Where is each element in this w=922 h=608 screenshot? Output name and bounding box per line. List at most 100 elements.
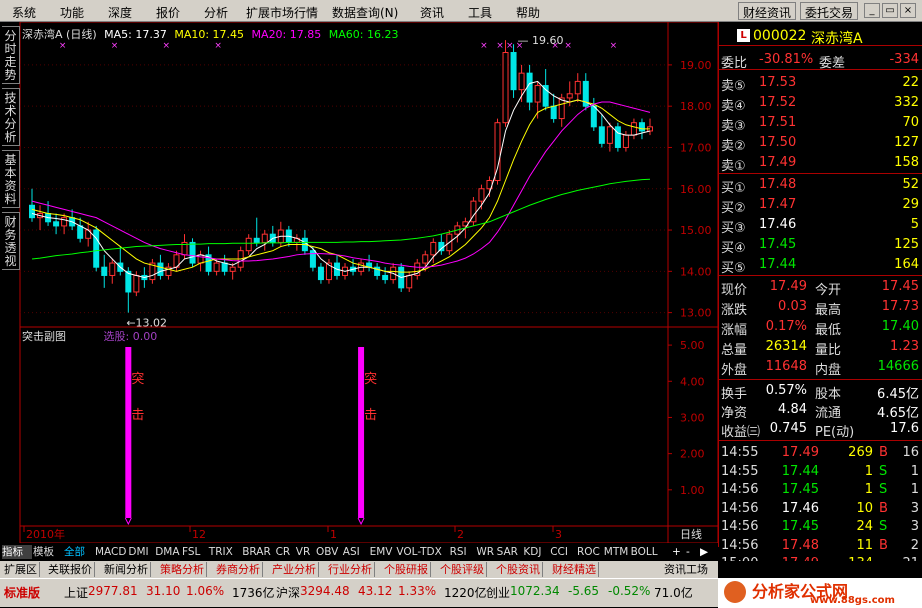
- quote-panel: L 000022 深赤湾A 委比 -30.81% 委差 -334 卖⑤ 17.53…: [718, 22, 922, 571]
- sell-level-label: 卖①: [721, 159, 746, 174]
- menu-system[interactable]: 系统: [12, 4, 36, 21]
- trade-button[interactable]: 委托交易: [800, 2, 859, 20]
- sell-row[interactable]: 卖④ 17.52 332: [719, 93, 922, 114]
- indicator-tab[interactable]: MACD: [95, 545, 127, 559]
- kline-chart-svg[interactable]: 19.0018.0017.0016.0015.0014.0013.00× × × × ×…: [0, 21, 719, 547]
- indicator-tab[interactable]: 模板: [33, 545, 63, 559]
- restore-icon[interactable]: ▭: [882, 3, 898, 18]
- indicator-tab[interactable]: CR: [276, 545, 295, 559]
- candle: [197, 250, 204, 272]
- finance-news-button[interactable]: 财经资讯: [738, 2, 797, 20]
- module-tab[interactable]: 券商分析: [214, 562, 263, 577]
- indicator-tab[interactable]: BOLL: [631, 545, 663, 559]
- signal-marker: ×: [163, 41, 171, 51]
- tab-financials[interactable]: 财务透视: [2, 212, 20, 270]
- tick-price: 17.44: [781, 463, 819, 479]
- close-icon[interactable]: ×: [900, 3, 916, 18]
- candle-body: [542, 85, 549, 107]
- indicator-tab[interactable]: EMV: [370, 545, 396, 559]
- menu-analysis[interactable]: 分析: [204, 4, 228, 21]
- sell-row[interactable]: 卖③ 17.51 70: [719, 113, 922, 134]
- menu-news[interactable]: 资讯: [420, 4, 444, 21]
- indicator-tab[interactable]: VOL-TDX: [396, 545, 448, 559]
- menu-quote[interactable]: 报价: [156, 4, 180, 21]
- buy-level-label: 买④: [721, 241, 746, 256]
- edition-label[interactable]: 标准版: [4, 584, 40, 601]
- buy-row[interactable]: 买④ 17.45 125: [719, 235, 922, 256]
- indicator-tab[interactable]: 全部: [64, 545, 94, 559]
- candle-body: [133, 274, 140, 293]
- sell-row[interactable]: 卖② 17.50 127: [719, 133, 922, 154]
- indicator-tab[interactable]: TRIX: [209, 545, 241, 559]
- indicator-tabs: 指标 模板 全部 MACD DMI DMA FSL TRIX BRAR CR VR OBV ASI EMV…: [0, 543, 718, 561]
- indicator-tab[interactable]: SAR: [497, 545, 523, 559]
- signal-marker: ×: [214, 41, 222, 51]
- indicator-scroll-icon[interactable]: ▶: [700, 545, 712, 559]
- main-chart-header: 深赤湾A (日线) MA5: 17.37 MA10: 17.45 MA20: 1…: [22, 26, 398, 42]
- module-tab[interactable]: 扩展区: [2, 562, 40, 577]
- candle: [622, 130, 629, 152]
- candle-body: [317, 266, 324, 281]
- module-tab[interactable]: 策略分析: [158, 562, 207, 577]
- candle: [646, 118, 653, 136]
- indicator-tab[interactable]: RSI: [450, 545, 476, 559]
- tab-fundamentals[interactable]: 基本资料: [2, 150, 20, 208]
- menu-help[interactable]: 帮助: [516, 4, 540, 21]
- indicator-tab[interactable]: KDJ: [523, 545, 549, 559]
- tick-price: 17.49: [781, 445, 819, 460]
- indicator-tab[interactable]: WR: [476, 545, 495, 559]
- buy-row[interactable]: 买② 17.47 29: [719, 195, 922, 216]
- indicator-tab[interactable]: BRAR: [242, 545, 274, 559]
- buy-row[interactable]: 买① 17.48 52: [719, 175, 922, 196]
- chart-area[interactable]: 19.00 18.00 17.00 16.00 15.00 14.00 13.00 × × × × ×…: [0, 21, 719, 547]
- module-tab[interactable]: 财经精选: [550, 562, 599, 577]
- sell-row[interactable]: 卖① 17.49 158: [719, 153, 922, 174]
- buy-row[interactable]: 买⑤ 17.44 164: [719, 255, 922, 276]
- menu-bar: 系统 功能 深度 报价 分析 扩展市场行情 数据查询(N) 资讯 工具 帮助 财…: [0, 0, 922, 22]
- module-tab[interactable]: 个股研报: [382, 562, 431, 577]
- module-tab[interactable]: 个股资讯: [494, 562, 543, 577]
- sell-volume: 22: [902, 75, 919, 90]
- tick-price: 17.45: [781, 482, 819, 497]
- indicator-tab[interactable]: MTM: [604, 545, 630, 559]
- tick-time: 14:56: [721, 482, 759, 497]
- candle-body: [197, 254, 204, 264]
- indicator-tab[interactable]: ROC: [577, 545, 603, 559]
- minimize-icon[interactable]: _: [864, 3, 880, 18]
- module-tab[interactable]: 个股评级: [438, 562, 487, 577]
- indicator-tab[interactable]: VR: [296, 545, 315, 559]
- candle-body: [534, 85, 541, 103]
- tab-technical[interactable]: 技术分析: [2, 88, 20, 146]
- indicator-tab[interactable]: DMI: [128, 545, 154, 559]
- module-tab[interactable]: 行业分析: [326, 562, 375, 577]
- indicator-tab[interactable]: DMA: [155, 545, 181, 559]
- indicator-remove-icon[interactable]: -: [686, 545, 698, 559]
- menu-data-query[interactable]: 数据查询(N): [332, 4, 398, 21]
- indicator-add-icon[interactable]: +: [672, 545, 684, 559]
- candle-body: [550, 105, 557, 120]
- module-tab[interactable]: 产业分析: [270, 562, 319, 577]
- candle: [221, 254, 228, 276]
- sell-row[interactable]: 卖⑤ 17.53 22: [719, 73, 922, 94]
- menu-depth[interactable]: 深度: [108, 4, 132, 21]
- tab-intraday[interactable]: 分时走势: [2, 26, 20, 84]
- quote-label: 涨跌: [721, 303, 748, 318]
- menu-function[interactable]: 功能: [60, 4, 84, 21]
- candle-body: [422, 254, 429, 264]
- indicator-tab[interactable]: ASI: [343, 545, 369, 559]
- quote-row: 现价 17.49 今开 17.45: [719, 277, 922, 298]
- module-tab[interactable]: 关联报价: [46, 562, 95, 577]
- menu-extended-market[interactable]: 扩展市场行情: [246, 4, 318, 21]
- sub-y-tick-label: 1.00: [680, 484, 705, 497]
- module-tab[interactable]: 新闻分析: [102, 562, 151, 577]
- indicator-tab[interactable]: 指标: [2, 545, 32, 559]
- indicator-tab[interactable]: OBV: [316, 545, 342, 559]
- news-workshop-tab[interactable]: 资讯工场: [664, 562, 708, 577]
- menu-tools[interactable]: 工具: [468, 4, 492, 21]
- buy-row[interactable]: 买③ 17.46 5: [719, 215, 922, 236]
- high-label: — 19.60: [518, 34, 564, 47]
- indicator-tab[interactable]: CCI: [550, 545, 576, 559]
- hs-index: 3294.48: [300, 584, 350, 598]
- indicator-tab[interactable]: FSL: [182, 545, 208, 559]
- tick-count: 1: [910, 482, 919, 497]
